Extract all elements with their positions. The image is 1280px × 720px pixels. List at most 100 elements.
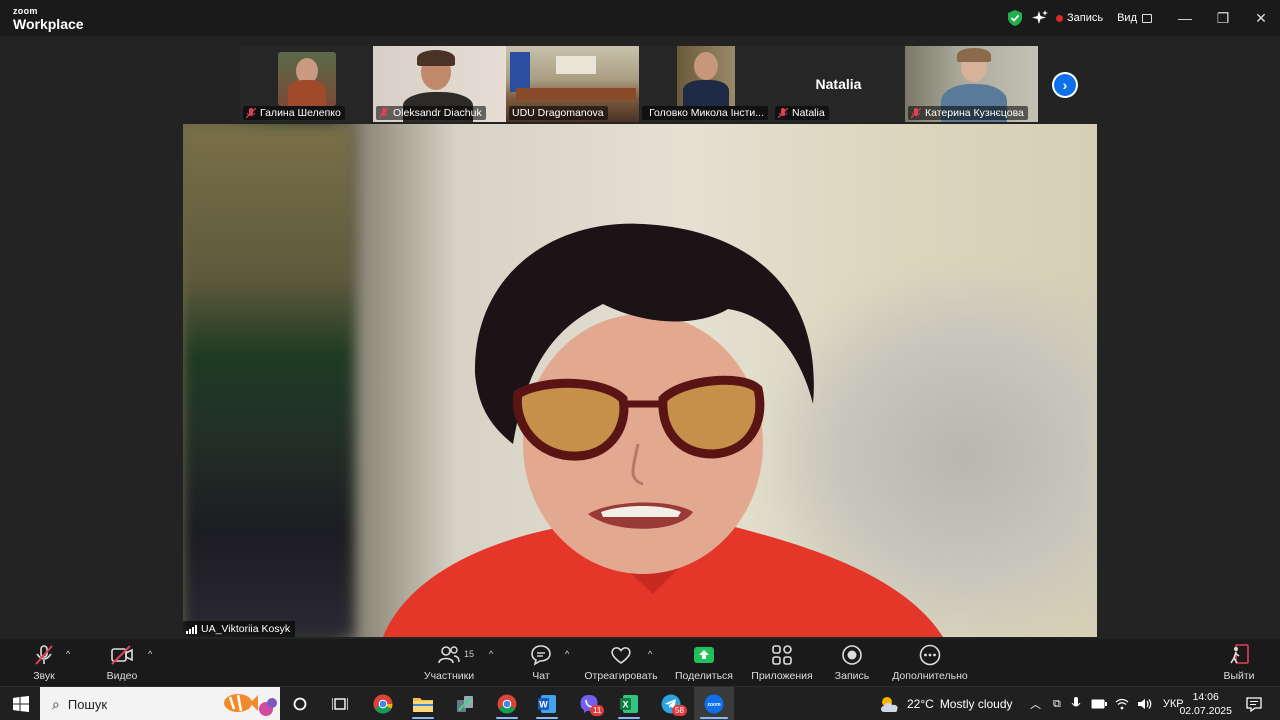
chat-options-chevron-icon[interactable]: ^ xyxy=(565,649,569,659)
view-label: Вид xyxy=(1117,12,1137,24)
more-icon xyxy=(919,644,941,666)
audio-options-chevron-icon[interactable]: ^ xyxy=(66,649,70,659)
svg-text:zoom: zoom xyxy=(707,702,721,708)
audio-label: Звук xyxy=(33,670,55,682)
restore-button[interactable]: ❐ xyxy=(1204,0,1242,36)
participant-tile[interactable]: Катерина Кузнєцова xyxy=(905,46,1038,122)
active-app-indicator xyxy=(700,717,728,719)
network-tool-icon xyxy=(457,696,473,712)
brand-top: zoom xyxy=(13,6,38,16)
taskbar-viber[interactable]: 11 xyxy=(572,687,606,720)
gallery-view-icon xyxy=(1142,13,1152,23)
search-placeholder: Пошук xyxy=(67,696,108,712)
taskbar-telegram[interactable]: 58 xyxy=(654,687,688,720)
record-label: Запись xyxy=(834,670,870,682)
signal-strength-icon xyxy=(186,624,197,634)
close-button[interactable]: ✕ xyxy=(1242,0,1280,36)
encryption-shield-icon[interactable] xyxy=(1008,10,1022,26)
taskbar-search[interactable]: ⌕ Пошук xyxy=(40,687,280,720)
meet-now-icon[interactable]: ⧉ xyxy=(1053,698,1061,711)
meeting-stage: Галина Шелепко Oleksandr Diachuk UDU Dra… xyxy=(0,36,1280,639)
more-button[interactable]: Дополнительно xyxy=(890,644,970,682)
chat-label: Чат xyxy=(532,670,550,682)
chrome-icon xyxy=(373,694,393,714)
react-options-chevron-icon[interactable]: ^ xyxy=(648,649,652,659)
participant-name-tag: Natalia xyxy=(775,106,829,120)
mic-muted-icon xyxy=(35,645,53,665)
participant-tile[interactable]: Галина Шелепко xyxy=(240,46,373,122)
participant-tile[interactable]: Головко Микола Інсти... xyxy=(639,46,772,122)
weather-widget[interactable]: 22°C Mostly cloudy xyxy=(878,687,1013,720)
participant-tile[interactable]: Oleksandr Diachuk xyxy=(373,46,506,122)
chevron-right-icon: › xyxy=(1054,74,1076,96)
wifi-icon[interactable] xyxy=(1115,698,1129,710)
weather-desc: Mostly cloudy xyxy=(939,697,1013,711)
weather-temp: 22°C xyxy=(907,697,934,711)
title-bar: zoom Workplace Запись Вид — ❐ ✕ xyxy=(0,0,1280,36)
battery-icon[interactable] xyxy=(1091,699,1107,709)
ai-companion-icon[interactable] xyxy=(1032,10,1048,26)
participant-name-tag: Галина Шелепко xyxy=(243,106,345,120)
active-app-indicator xyxy=(618,717,640,719)
taskbar-chrome-profile[interactable] xyxy=(490,687,524,720)
task-view-icon xyxy=(332,698,348,710)
taskbar-file-explorer[interactable] xyxy=(406,687,440,720)
zoom-workplace-logo: zoom Workplace xyxy=(13,6,84,32)
taskbar-zoom[interactable]: zoom xyxy=(694,687,734,720)
view-button[interactable]: Вид xyxy=(1117,12,1152,24)
leave-label: Выйти xyxy=(1223,670,1255,682)
apps-label: Приложения xyxy=(751,670,813,682)
folder-icon xyxy=(413,698,433,712)
record-button[interactable]: Запись xyxy=(832,644,872,682)
svg-text:W: W xyxy=(539,700,548,710)
chrome-icon xyxy=(497,694,517,714)
speaker-figure xyxy=(383,223,943,637)
active-speaker-video[interactable]: UA_Viktoriia Kosyk xyxy=(183,124,1097,637)
video-options-chevron-icon[interactable]: ^ xyxy=(148,649,152,659)
participant-name: UDU Dragomanova xyxy=(512,107,604,119)
search-icon: ⌕ xyxy=(52,695,60,712)
viber-unread-badge: 11 xyxy=(590,705,605,716)
recording-indicator[interactable]: Запись xyxy=(1056,12,1103,24)
leave-button[interactable]: Выйти xyxy=(1222,644,1256,682)
react-label: Отреагировать xyxy=(584,670,658,682)
taskbar-word[interactable]: W xyxy=(530,687,564,720)
next-page-button[interactable]: › xyxy=(1052,72,1078,98)
participants-options-chevron-icon[interactable]: ^ xyxy=(489,649,493,659)
task-view-button[interactable] xyxy=(326,687,354,720)
participant-name-tag: Oleksandr Diachuk xyxy=(376,106,486,120)
participants-label: Участники xyxy=(423,670,475,682)
react-button[interactable]: Отреагировать xyxy=(584,644,658,682)
participant-tile[interactable]: Natalia Natalia xyxy=(772,46,905,122)
recording-label: Запись xyxy=(1067,12,1104,24)
apps-button[interactable]: Приложения xyxy=(750,644,814,682)
minimize-button[interactable]: — xyxy=(1166,0,1204,36)
volume-icon[interactable] xyxy=(1137,698,1153,710)
taskbar-vpn-app[interactable] xyxy=(448,687,482,720)
start-button[interactable] xyxy=(4,687,38,720)
clock-date: 02.07.2025 xyxy=(1179,705,1232,717)
active-app-indicator xyxy=(412,717,434,719)
participant-video xyxy=(278,52,336,106)
audio-button[interactable]: Звук xyxy=(26,644,62,682)
video-label: Видео xyxy=(106,670,138,682)
microphone-in-use-icon[interactable] xyxy=(1071,697,1081,711)
cortana-icon xyxy=(293,697,307,711)
cortana-button[interactable] xyxy=(286,687,314,720)
share-screen-button[interactable]: Поделиться xyxy=(674,644,734,682)
participant-name: Головко Микола Інсти... xyxy=(649,107,764,119)
participants-icon xyxy=(438,646,460,664)
windows-logo-icon xyxy=(13,696,29,712)
show-hidden-icons-chevron-icon[interactable]: ︿ xyxy=(1030,696,1041,712)
windows-taskbar: ⌕ Пошук W 11 X 58 zoom 22°C Mostly cloud… xyxy=(0,686,1280,720)
notifications-button[interactable] xyxy=(1242,687,1266,720)
participant-name-tag: Головко Микола Інсти... xyxy=(642,106,768,120)
video-button[interactable]: Видео xyxy=(102,644,142,682)
taskbar-chrome[interactable] xyxy=(366,687,400,720)
participant-tile[interactable]: UDU Dragomanova xyxy=(506,46,639,122)
chat-button[interactable]: Чат xyxy=(526,644,556,682)
taskbar-excel[interactable]: X xyxy=(612,687,646,720)
participant-name: Oleksandr Diachuk xyxy=(393,107,482,119)
taskbar-clock[interactable]: 14:06 02.07.2025 xyxy=(1179,690,1232,718)
record-icon xyxy=(842,645,862,665)
